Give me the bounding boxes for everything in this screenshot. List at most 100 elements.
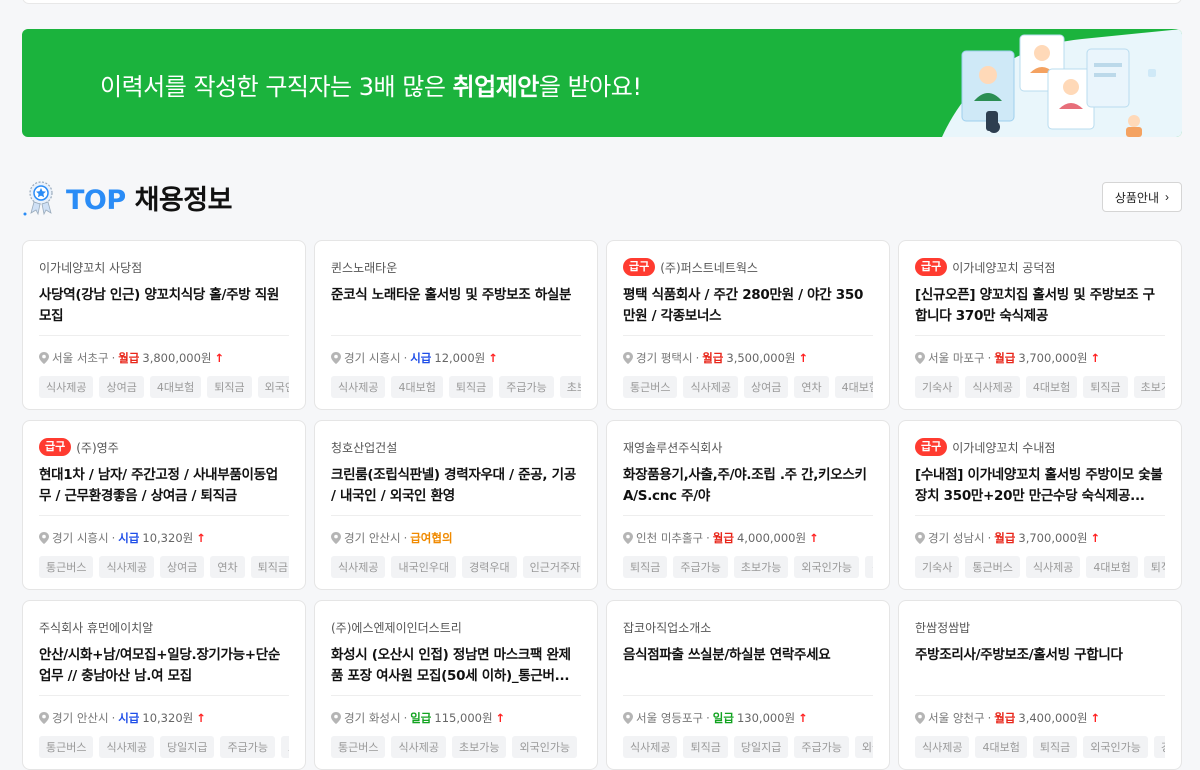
pay-amount: 3,500,000원 (726, 351, 796, 365)
pay-type: 일급 (712, 711, 734, 725)
benefit-tag: 퇴직금 (623, 556, 668, 578)
job-title[interactable]: [수내점] 이가네양꼬치 홀서빙 주방이모 숯불장치 350만+20만 만근수당… (915, 465, 1165, 507)
job-location: 경기 안산시 (344, 531, 401, 545)
location-pin-icon (915, 352, 925, 364)
benefit-tag: 퇴직금 (1083, 376, 1128, 398)
banner-text: 이력서를 작성한 구직자는 3배 많은 취업제안을 받아요! (100, 73, 642, 101)
tag-list: 기숙사통근버스식사제공4대보험퇴직금 (915, 556, 1165, 578)
benefit-tag: 내국인우대 (391, 556, 457, 578)
benefit-tag: 통근버스 (39, 736, 94, 758)
resume-promo-banner[interactable]: 이력서를 작성한 구직자는 3배 많은 취업제안을 받아요! (22, 29, 1182, 137)
job-card[interactable]: 급구 (주)영주 현대1차 / 남자/ 주간고정 / 사내부품이동업무 / 근무… (22, 420, 306, 590)
pay-amount: 3,400,000원 (1018, 711, 1088, 725)
card-divider (915, 335, 1165, 336)
job-title[interactable]: 준코식 노래타운 홀서빙 및 주방보조 하실분 (331, 285, 581, 327)
top-jobs-header: TOP 채용정보 상품안내 › (22, 176, 1182, 216)
location-pin-icon (915, 532, 925, 544)
pay-type: 월급 (994, 531, 1016, 545)
job-card[interactable]: 청호산업건설 크린룸(조립식판넬) 경력자우대 / 준공, 기공 / 내국인 /… (314, 420, 598, 590)
job-title[interactable]: 화장품용기,사출,주/야.조립 .주 간,키오스키A/S.cnc 주/야 (623, 465, 873, 507)
pay-type: 시급 (118, 711, 140, 725)
company-name: 퀸스노래타운 (331, 260, 398, 275)
pay-amount: 115,000원 (434, 711, 493, 725)
pay-type: 월급 (118, 351, 140, 365)
section-title: TOP 채용정보 (66, 185, 232, 216)
product-guide-button[interactable]: 상품안내 › (1101, 182, 1182, 212)
job-card[interactable]: 한쌈정쌈밥 주방조리사/주방보조/홀서빙 구합니다 서울 양천구 · 월급 3,… (898, 600, 1182, 770)
company-name: 한쌈정쌈밥 (915, 620, 971, 635)
meta-separator: · (111, 351, 116, 365)
job-meta: 경기 화성시 · 일급 115,000원 ↑ (331, 710, 581, 726)
job-card[interactable]: 퀸스노래타운 준코식 노래타운 홀서빙 및 주방보조 하실분 경기 시흥시 · … (314, 240, 598, 410)
job-title[interactable]: 현대1차 / 남자/ 주간고정 / 사내부품이동업무 / 근무환경좋음 / 상여… (39, 465, 289, 507)
benefit-tag: 연차 (210, 556, 245, 578)
urgent-badge: 급구 (915, 438, 948, 456)
job-title[interactable]: 주방조리사/주방보조/홀서빙 구합니다 (915, 645, 1165, 687)
company-name: 이가네양꼬치 사당점 (39, 260, 143, 275)
arrow-up-icon: ↑ (488, 351, 498, 365)
card-divider (623, 695, 873, 696)
job-meta: 인천 미추홀구 · 월급 4,000,000원 ↑ (623, 530, 873, 546)
company-row: 이가네양꼬치 사당점 (39, 257, 289, 277)
location-pin-icon (915, 712, 925, 724)
benefit-tag: 상여금 (159, 556, 205, 578)
company-name: (주)퍼스트네트웍스 (660, 260, 758, 275)
pay-type: 월급 (702, 351, 724, 365)
job-card[interactable]: 급구 이가네양꼬치 수내점 [수내점] 이가네양꼬치 홀서빙 주방이모 숯불장치… (898, 420, 1182, 590)
job-meta: 경기 시흥시 · 시급 12,000원 ↑ (331, 350, 581, 366)
location-pin-icon (331, 712, 341, 724)
benefit-tag: 식사제공 (99, 736, 154, 758)
job-title[interactable]: 화성시 (오산시 인접) 정남면 마스크팩 완제품 포장 여사원 모집(50세 … (331, 645, 581, 687)
job-title[interactable]: [신규오픈] 양꼬치집 홀서빙 및 주방보조 구합니다 370만 숙식제공 (915, 285, 1165, 327)
job-card[interactable]: 재영솔루션주식회사 화장품용기,사출,주/야.조립 .주 간,키오스키A/S.c… (606, 420, 890, 590)
card-divider (331, 695, 581, 696)
job-card[interactable]: 잡코아직업소개소 음식점파출 쓰실분/하실분 연락주세요 서울 영등포구 · 일… (606, 600, 890, 770)
benefit-tag: 식사제공 (39, 376, 94, 398)
benefit-tag: 상여금 (99, 376, 144, 398)
benefit-tag: 4대보험 (834, 376, 873, 398)
job-card[interactable]: (주)에스엔제이인더스트리 화성시 (오산시 인접) 정남면 마스크팩 완제품 … (314, 600, 598, 770)
job-location: 서울 마포구 (928, 351, 985, 365)
meta-separator: · (403, 351, 408, 365)
recruit-illustration-icon (942, 29, 1182, 137)
pay-amount: 3,700,000원 (1018, 531, 1088, 545)
job-title[interactable]: 음식점파출 쓰실분/하실분 연락주세요 (623, 645, 873, 687)
meta-separator: · (706, 711, 710, 725)
meta-separator: · (695, 351, 700, 365)
job-card[interactable]: 주식회사 휴먼에이치알 안산/시화+남/여모집+일당.장기가능+단순업무 // … (22, 600, 306, 770)
job-card[interactable]: 이가네양꼬치 사당점 사당역(강남 인근) 양꼬치식당 홀/주방 직원 모집 서… (22, 240, 306, 410)
job-card[interactable]: 급구 이가네양꼬치 공덕점 [신규오픈] 양꼬치집 홀서빙 및 주방보조 구합니… (898, 240, 1182, 410)
job-title[interactable]: 크린룸(조립식판넬) 경력자우대 / 준공, 기공 / 내국인 / 외국인 환영 (331, 465, 581, 507)
tag-list: 통근버스식사제공초보가능외국인가능내국인우대 (331, 736, 581, 758)
benefit-tag: 기숙사 (915, 556, 960, 578)
job-meta: 경기 성남시 · 월급 3,700,000원 ↑ (915, 530, 1165, 546)
job-location: 인천 미추홀구 (636, 531, 704, 545)
card-divider (623, 335, 873, 336)
location-pin-icon (39, 532, 49, 544)
location-pin-icon (623, 712, 633, 724)
benefit-tag: 4대보험 (149, 376, 202, 398)
job-title[interactable]: 안산/시화+남/여모집+일당.장기가능+단순업무 // 충남아산 남.여 모집 (39, 645, 289, 687)
benefit-tag: 외국인가능 (512, 736, 578, 758)
company-row: 급구 이가네양꼬치 공덕점 (915, 257, 1165, 277)
job-meta: 서울 양천구 · 월급 3,400,000원 ↑ (915, 710, 1165, 726)
company-name: 잡코아직업소개소 (623, 620, 712, 635)
pay-type: 월급 (994, 351, 1016, 365)
tag-list: 식사제공퇴직금당일지급주급가능 외국인가능 (623, 736, 873, 758)
job-title[interactable]: 평택 식품회사 / 주간 280만원 / 야간 350만원 / 각종보너스 (623, 285, 873, 327)
job-title[interactable]: 사당역(강남 인근) 양꼬치식당 홀/주방 직원 모집 (39, 285, 289, 327)
job-location: 경기 화성시 (344, 711, 401, 725)
company-row: 급구 이가네양꼬치 수내점 (915, 437, 1165, 457)
benefit-tag: 4대보험 (975, 736, 1027, 758)
job-card[interactable]: 급구 (주)퍼스트네트웍스 평택 식품회사 / 주간 280만원 / 야간 35… (606, 240, 890, 410)
benefit-tag: 4대보험 (1025, 376, 1078, 398)
job-meta: 경기 안산시 · 시급 10,320원 ↑ (39, 710, 289, 726)
card-divider (915, 515, 1165, 516)
arrow-up-icon: ↑ (798, 351, 809, 365)
arrow-up-icon: ↑ (1090, 531, 1101, 545)
meta-separator: · (987, 711, 992, 725)
benefit-tag: 통근버스 (331, 736, 386, 758)
company-name: 이가네양꼬치 수내점 (952, 440, 1056, 455)
card-divider (331, 335, 581, 336)
benefit-tag: 퇴직금 (1143, 556, 1165, 578)
